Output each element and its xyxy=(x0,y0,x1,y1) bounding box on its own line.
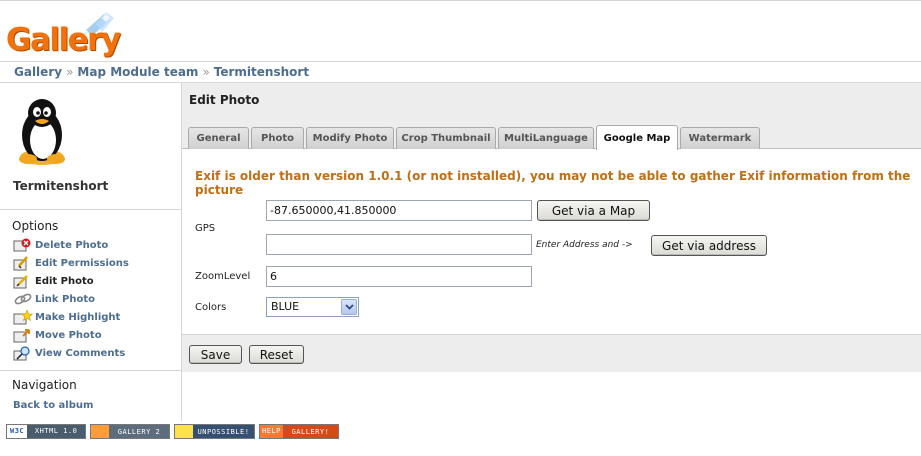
link-icon xyxy=(14,293,32,304)
xhtml-label: XHTML 1.0 xyxy=(27,425,85,438)
unpossible-badge[interactable]: UNPOSSIBLE! xyxy=(174,424,255,439)
get-via-map-button[interactable]: Get via a Map xyxy=(537,200,650,221)
w3c-xhtml-badge[interactable]: W3C XHTML 1.0 xyxy=(6,424,86,439)
option-label: Edit Photo xyxy=(35,275,94,287)
divider xyxy=(0,209,182,210)
penguin-avatar[interactable] xyxy=(12,95,72,167)
tab-photo[interactable]: Photo xyxy=(251,127,304,149)
navigation-heading: Navigation xyxy=(12,378,77,392)
colors-select-value: BLUE xyxy=(271,300,300,313)
help-gallery-label: GALLERY! xyxy=(291,427,330,436)
option-label: Delete Photo xyxy=(35,239,109,251)
sidebar: Termitenshort Options Delete Photo Edit … xyxy=(0,83,182,421)
address-hint: Enter Address and -> xyxy=(536,240,633,250)
unpossible-label: UNPOSSIBLE! xyxy=(197,427,250,436)
unpossible-icon xyxy=(175,425,193,438)
colors-label: Colors xyxy=(195,302,227,313)
delete-icon xyxy=(13,238,31,251)
option-label: Make Highlight xyxy=(35,311,121,323)
option-label: Edit Permissions xyxy=(35,257,129,269)
tab-watermark[interactable]: Watermark xyxy=(680,127,760,149)
reset-button[interactable]: Reset xyxy=(249,345,304,364)
option-edit-photo[interactable]: Edit Photo xyxy=(13,272,129,290)
tab-crop-thumbnail[interactable]: Crop Thumbnail xyxy=(396,127,496,149)
page-title: Edit Photo xyxy=(189,93,260,107)
gallery2-label: GALLERY 2 xyxy=(117,427,161,436)
help-label: HELP xyxy=(260,425,283,438)
address-input[interactable] xyxy=(266,234,532,255)
main-header: Edit Photo General Photo Modify Photo Cr… xyxy=(182,83,921,150)
divider xyxy=(0,370,182,371)
main-content: Edit Photo General Photo Modify Photo Cr… xyxy=(182,83,921,372)
tab-modify-photo[interactable]: Modify Photo xyxy=(306,127,394,149)
tab-google-map[interactable]: Google Map xyxy=(596,125,678,150)
breadcrumb-separator: » xyxy=(202,65,210,79)
breadcrumb-separator: » xyxy=(66,65,74,79)
help-gallery-badge[interactable]: HELP GALLERY! xyxy=(259,424,339,439)
option-delete-photo[interactable]: Delete Photo xyxy=(13,236,129,254)
edit-icon xyxy=(13,274,28,288)
option-make-highlight[interactable]: Make Highlight xyxy=(13,308,129,326)
option-view-comments[interactable]: View Comments xyxy=(13,344,129,362)
breadcrumb-link-termitenshort[interactable]: Termitenshort xyxy=(214,65,309,79)
zoom-level-label: ZoomLevel xyxy=(195,271,251,282)
option-label: Move Photo xyxy=(35,329,102,341)
back-to-album-link[interactable]: Back to album xyxy=(13,400,93,411)
gallery-logo[interactable]: Gallery xyxy=(6,10,121,60)
option-link-photo[interactable]: Link Photo xyxy=(13,290,129,308)
highlight-icon xyxy=(13,309,33,324)
tab-general[interactable]: General xyxy=(188,127,249,149)
breadcrumb-link-gallery[interactable]: Gallery xyxy=(14,65,62,79)
form-actions-bar: Save Reset xyxy=(182,334,921,372)
tab-multilanguage[interactable]: MultiLanguage xyxy=(498,127,594,149)
w3c-logo: W3C xyxy=(7,425,28,438)
top-rule xyxy=(0,0,921,1)
permissions-icon xyxy=(13,255,28,270)
comments-icon xyxy=(13,345,30,360)
breadcrumb-link-map-module-team[interactable]: Map Module team xyxy=(77,65,198,79)
option-move-photo[interactable]: Move Photo xyxy=(13,326,129,344)
colors-select[interactable]: BLUE xyxy=(266,297,359,317)
album-title: Termitenshort xyxy=(13,179,109,193)
logo-text: Gallery xyxy=(6,22,121,58)
option-label: Link Photo xyxy=(35,293,96,305)
gallery-icon xyxy=(91,425,109,438)
options-heading: Options xyxy=(12,219,59,233)
tab-bar: General Photo Modify Photo Crop Thumbnai… xyxy=(188,124,762,150)
get-via-address-button[interactable]: Get via address xyxy=(651,235,767,256)
move-icon xyxy=(13,328,30,342)
gps-label: GPS xyxy=(195,223,216,234)
options-list: Delete Photo Edit Permissions Edit Photo… xyxy=(13,236,129,362)
option-label: View Comments xyxy=(35,347,126,359)
gallery2-badge[interactable]: GALLERY 2 xyxy=(90,424,170,439)
footer-badges: W3C XHTML 1.0 GALLERY 2 UNPOSSIBLE! HELP… xyxy=(6,424,339,439)
chevron-down-icon[interactable] xyxy=(341,299,357,315)
option-edit-permissions[interactable]: Edit Permissions xyxy=(13,254,129,272)
gps-input[interactable] xyxy=(266,200,532,221)
breadcrumb: Gallery» Map Module team» Termitenshort xyxy=(0,61,921,83)
zoom-level-input[interactable] xyxy=(266,266,532,287)
save-button[interactable]: Save xyxy=(189,345,242,364)
exif-warning: Exif is older than version 1.0.1 (or not… xyxy=(195,169,911,197)
